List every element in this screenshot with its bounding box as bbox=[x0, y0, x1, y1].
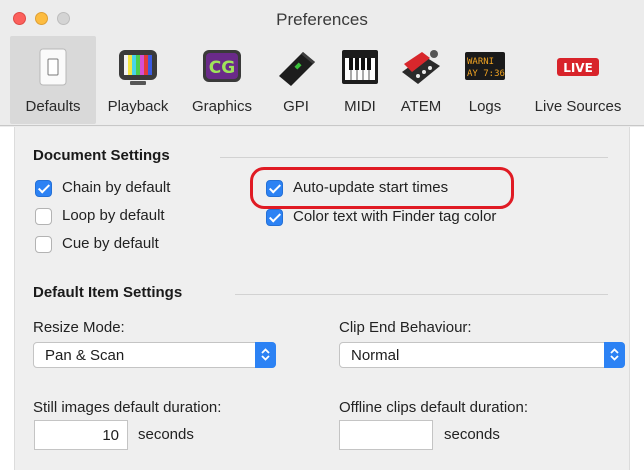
tab-logs[interactable]: WARNI AY 7:36 Logs bbox=[456, 36, 514, 124]
document-settings-divider bbox=[220, 157, 608, 158]
tab-gpi-label: GPI bbox=[283, 98, 309, 115]
still-images-duration-value: 10 bbox=[102, 427, 119, 444]
tab-playback[interactable]: Playback bbox=[98, 36, 178, 124]
switch-icon bbox=[39, 48, 67, 86]
offline-clips-duration-label: Offline clips default duration: bbox=[339, 399, 529, 416]
default-item-settings-divider bbox=[235, 294, 608, 295]
still-images-duration-label: Still images default duration: bbox=[33, 399, 222, 416]
resize-mode-select[interactable]: Pan & Scan bbox=[33, 342, 276, 368]
tab-logs-label: Logs bbox=[468, 98, 502, 115]
log-display-icon: WARNI AY 7:36 bbox=[465, 52, 505, 80]
tv-icon bbox=[119, 50, 157, 85]
tab-atem[interactable]: ATEM bbox=[390, 36, 452, 124]
tab-midi[interactable]: MIDI bbox=[330, 36, 390, 124]
tab-live-sources-label: Live Sources bbox=[534, 98, 622, 115]
highlight-annotation bbox=[250, 167, 514, 209]
gpi-device-icon bbox=[279, 52, 315, 86]
svg-text:LIVE: LIVE bbox=[563, 61, 593, 75]
checkbox-unchecked-icon bbox=[35, 208, 52, 225]
resize-mode-value: Pan & Scan bbox=[45, 347, 125, 364]
preferences-toolbar: Defaults Playback CG Graphics GPI MIDI A… bbox=[0, 36, 644, 126]
color-text-finder-tag-label: Color text with Finder tag color bbox=[293, 208, 497, 225]
checkbox-checked-icon bbox=[35, 180, 52, 197]
tab-defaults-label: Defaults bbox=[25, 98, 81, 115]
clip-end-behaviour-label: Clip End Behaviour: bbox=[339, 319, 472, 336]
resize-mode-label: Resize Mode: bbox=[33, 319, 125, 336]
tab-atem-label: ATEM bbox=[400, 98, 442, 115]
tab-midi-label: MIDI bbox=[344, 98, 376, 115]
still-images-duration-input[interactable]: 10 bbox=[34, 420, 128, 450]
chevron-updown-icon bbox=[604, 342, 625, 368]
preferences-window: Preferences Defaults Playback CG Graphic… bbox=[0, 0, 644, 470]
chevron-updown-icon bbox=[255, 342, 276, 368]
atem-switcher-icon bbox=[402, 50, 440, 84]
loop-by-default-label: Loop by default bbox=[62, 207, 165, 224]
svg-text:WARNI: WARNI bbox=[467, 57, 494, 67]
tab-graphics-label: Graphics bbox=[191, 98, 253, 115]
cue-by-default-label: Cue by default bbox=[62, 235, 159, 252]
checkbox-unchecked-icon bbox=[35, 236, 52, 253]
clip-end-behaviour-value: Normal bbox=[351, 347, 400, 364]
tab-defaults[interactable]: Defaults bbox=[10, 36, 96, 124]
window-title: Preferences bbox=[276, 10, 368, 29]
still-images-duration-unit: seconds bbox=[138, 426, 194, 443]
svg-text:AY 7:36: AY 7:36 bbox=[467, 69, 505, 79]
default-item-settings-heading: Default Item Settings bbox=[33, 284, 183, 301]
tab-gpi[interactable]: GPI bbox=[266, 36, 326, 124]
offline-clips-duration-input[interactable] bbox=[339, 420, 433, 450]
chain-by-default-label: Chain by default bbox=[62, 179, 171, 196]
clip-end-behaviour-select[interactable]: Normal bbox=[339, 342, 625, 368]
checkbox-checked-icon bbox=[266, 209, 283, 226]
tab-graphics[interactable]: CG Graphics bbox=[178, 36, 266, 124]
document-settings-heading: Document Settings bbox=[33, 147, 170, 164]
offline-clips-duration-unit: seconds bbox=[444, 426, 500, 443]
tab-live-sources[interactable]: LIVE Live Sources bbox=[518, 36, 638, 124]
tab-playback-label: Playback bbox=[107, 98, 169, 115]
live-icon: LIVE bbox=[557, 58, 599, 76]
svg-text:CG: CG bbox=[209, 58, 235, 78]
title-bar: Preferences bbox=[0, 0, 644, 36]
cg-graphics-icon: CG bbox=[203, 50, 241, 82]
piano-keyboard-icon bbox=[342, 50, 378, 84]
